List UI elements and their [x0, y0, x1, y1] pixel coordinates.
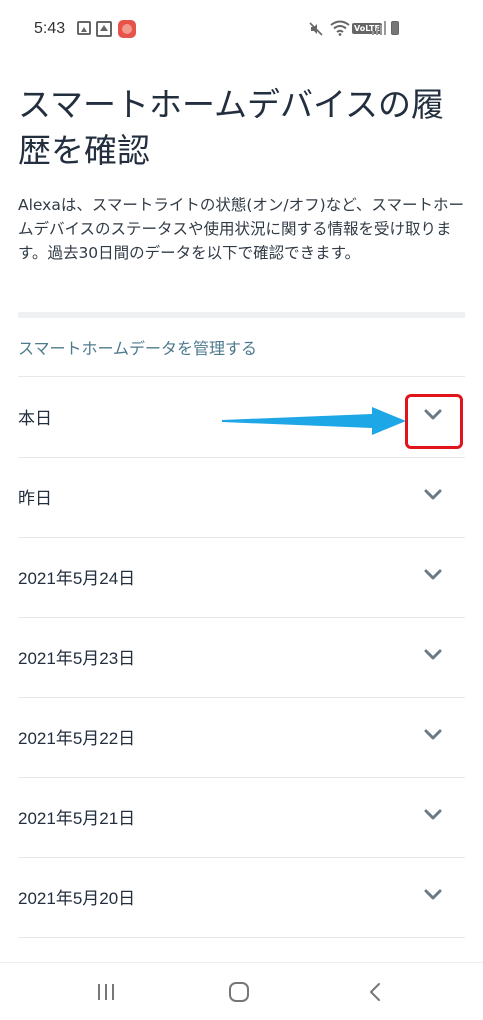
day-label: 2021年5月21日 [18, 809, 136, 828]
day-label: 本日 [18, 409, 52, 428]
divider [18, 937, 465, 938]
day-label: 2021年5月20日 [18, 889, 136, 908]
section-divider [18, 312, 465, 318]
day-row-2021-05-21[interactable]: 2021年5月21日 [0, 778, 483, 858]
gallery-icon [77, 21, 91, 35]
back-icon[interactable] [368, 981, 382, 1003]
battery-icon [391, 21, 399, 35]
divider [18, 376, 465, 377]
page-title: スマートホームデバイスの履歴を確認 [18, 85, 445, 170]
chevron-down-icon[interactable] [424, 488, 442, 502]
annotation-arrow [222, 407, 406, 435]
day-row-yesterday[interactable]: 昨日 [0, 458, 483, 538]
chevron-down-icon[interactable] [424, 808, 442, 822]
day-row-2021-05-20[interactable]: 2021年5月20日 [0, 858, 483, 938]
day-label: 昨日 [18, 489, 52, 508]
recent-apps-icon[interactable] [95, 981, 117, 1003]
home-photo-icon [96, 21, 112, 37]
chevron-down-icon[interactable] [424, 568, 442, 582]
app-icon [118, 20, 136, 38]
chevron-down-icon[interactable] [424, 728, 442, 742]
status-bar: 5:43 VoLTE [0, 0, 483, 62]
signal-icon [372, 21, 386, 35]
day-row-2021-05-22[interactable]: 2021年5月22日 [0, 698, 483, 778]
navigation-bar [0, 962, 483, 1020]
chevron-down-icon[interactable] [424, 888, 442, 902]
page-description: Alexaは、スマートライトの状態(オン/オフ)など、スマートホームデバイスのス… [18, 196, 464, 262]
day-label: 2021年5月24日 [18, 569, 136, 588]
day-row-2021-05-23[interactable]: 2021年5月23日 [0, 618, 483, 698]
screen: 5:43 VoLTE スマートホームデバイスの履歴を確認 Alexaは、スマート… [0, 0, 483, 1020]
day-label: 2021年5月23日 [18, 649, 136, 668]
annotation-highlight-box [405, 394, 463, 449]
day-label: 2021年5月22日 [18, 729, 136, 748]
wifi-icon [330, 20, 350, 36]
status-time: 5:43 [34, 20, 66, 37]
day-row-2021-05-24[interactable]: 2021年5月24日 [0, 538, 483, 618]
manage-smart-home-data-link[interactable]: スマートホームデータを管理する [18, 335, 257, 359]
chevron-down-icon[interactable] [424, 648, 442, 662]
mute-icon [309, 22, 323, 36]
home-icon[interactable] [228, 981, 250, 1003]
